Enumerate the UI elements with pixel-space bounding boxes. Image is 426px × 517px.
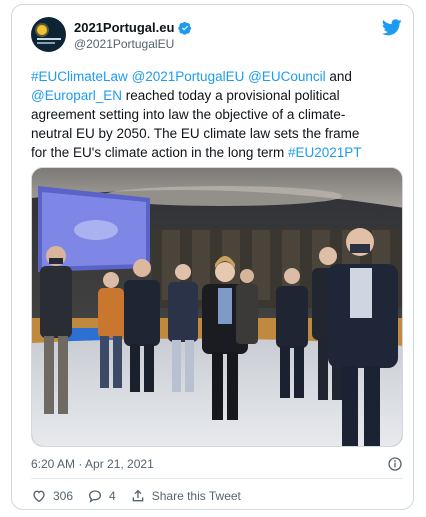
reply-button[interactable]: 4 (87, 488, 116, 504)
mention-link[interactable]: @EUCouncil (248, 69, 325, 84)
tweet-text-segment: for the EU's climate action in the long … (31, 145, 288, 160)
reply-count: 4 (109, 489, 116, 503)
mention-link[interactable]: @2021PortugalEU (132, 69, 245, 84)
like-count: 306 (53, 489, 74, 503)
tweet-text-line: @Europarl_EN reached today a provisional… (31, 86, 403, 105)
tweet-text: #EUClimateLaw @2021PortugalEU @EUCouncil… (31, 67, 403, 162)
avatar[interactable] (31, 17, 66, 52)
info-icon[interactable] (387, 456, 403, 472)
account-name-row[interactable]: 2021Portugal.eu (74, 20, 192, 35)
tweet-text-segment: neutral EU by 2050. The EU climate law s… (31, 126, 360, 141)
reply-icon (89, 490, 102, 503)
hashtag-link[interactable]: #EU2021PT (288, 145, 362, 160)
tweet-actions: 306 4 Share this Tweet (31, 487, 255, 505)
share-button[interactable]: Share this Tweet (130, 488, 241, 504)
account-handle[interactable]: @2021PortugalEU (74, 37, 174, 51)
sun-logo-icon (37, 25, 47, 35)
mention-link[interactable]: @Europarl_EN (31, 88, 122, 103)
share-icon (132, 489, 144, 502)
tweet-text-line: neutral EU by 2050. The EU climate law s… (31, 124, 403, 143)
heart-icon (33, 490, 45, 503)
parliament-group-photo (32, 168, 402, 446)
timestamp-row: 6:20 AM · Apr 21, 2021 (31, 456, 403, 474)
account-name[interactable]: 2021Portugal.eu (74, 20, 174, 35)
tweet-text-segment: and (325, 69, 352, 84)
tweet-photo[interactable] (31, 167, 403, 447)
twitter-bird-icon[interactable] (382, 19, 402, 36)
tweet-card[interactable]: 2021Portugal.eu @2021PortugalEU #EUClima… (11, 4, 414, 510)
like-button[interactable]: 306 (31, 488, 73, 504)
verified-badge-icon (178, 21, 192, 35)
hashtag-link[interactable]: #EUClimateLaw (31, 69, 128, 84)
tweet-text-line: agreement setting into law the objective… (31, 105, 403, 124)
tweet-timestamp[interactable]: 6:20 AM · Apr 21, 2021 (31, 457, 154, 471)
tweet-text-line: for the EU's climate action in the long … (31, 143, 403, 162)
tweet-text-segment: reached today a provisional political (122, 88, 340, 103)
share-label: Share this Tweet (151, 489, 241, 503)
tweet-text-line: #EUClimateLaw @2021PortugalEU @EUCouncil… (31, 67, 403, 86)
divider (31, 478, 403, 479)
tweet-text-segment: agreement setting into law the objective… (31, 107, 346, 122)
